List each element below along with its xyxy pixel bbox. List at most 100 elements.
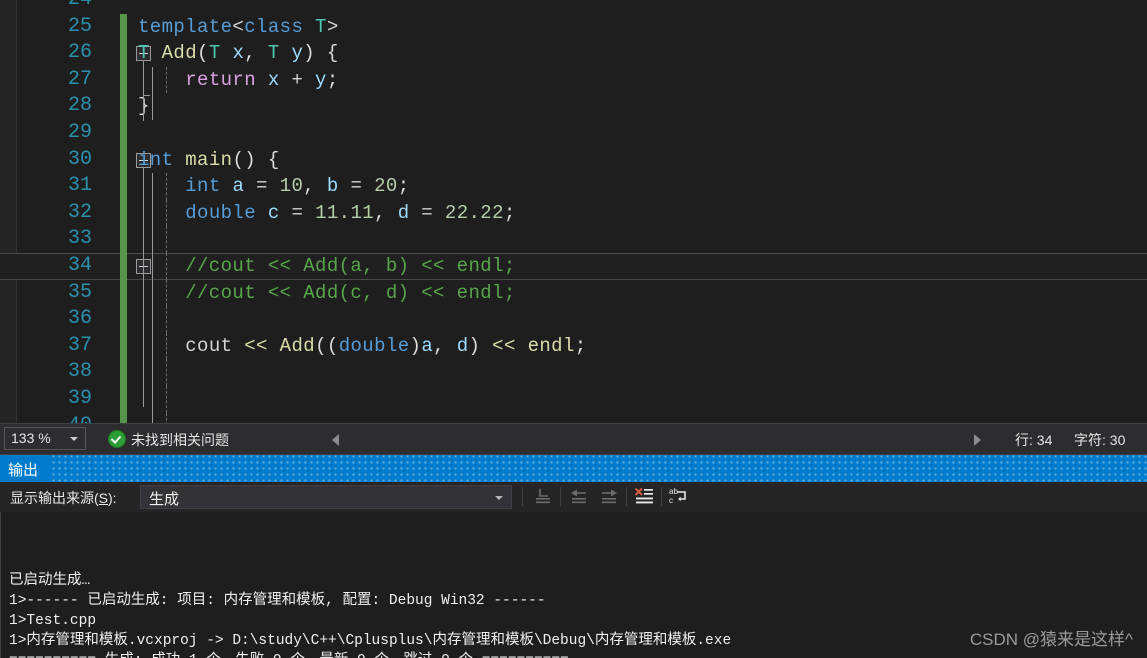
zoom-level-value: 133 % xyxy=(11,430,51,446)
code-line[interactable]: 34 //cout << Add(a, b) << endl; xyxy=(0,252,1147,280)
zoom-level-dropdown[interactable]: 133 % xyxy=(4,427,86,450)
change-indicator-bar xyxy=(120,306,127,333)
code-line[interactable]: 35 //cout << Add(c, d) << endl; xyxy=(0,279,1147,307)
toolbar-separator xyxy=(560,487,561,506)
change-indicator-bar xyxy=(120,412,127,423)
output-panel: 输出 显示输出来源(S): 生成 ab c 已启动生成… 1>------ 已启… xyxy=(0,455,1147,658)
code-line[interactable]: 36 xyxy=(0,306,1147,333)
scroll-right-arrow-icon[interactable] xyxy=(974,434,981,446)
fold-region-stem xyxy=(143,61,144,122)
toolbar-separator xyxy=(661,487,662,506)
code-line-text: cout << Add((double)a, d) << endl; xyxy=(185,334,587,357)
indent-guide xyxy=(166,412,167,423)
indent-guide xyxy=(152,385,153,413)
editor-status-bar: 133 % 未找到相关问题 行: 34 字符: 30 xyxy=(0,423,1147,455)
line-number: 33 xyxy=(67,227,92,251)
line-number: 27 xyxy=(67,67,92,91)
code-line[interactable]: 28} xyxy=(0,93,1147,120)
code-line[interactable]: 24 xyxy=(0,0,1147,14)
change-indicator-bar xyxy=(120,146,127,174)
code-line[interactable]: 40 xyxy=(0,412,1147,424)
change-indicator-bar xyxy=(120,13,127,41)
output-toolbar: 显示输出来源(S): 生成 ab c xyxy=(0,482,1147,512)
code-line-text: return x + y; xyxy=(185,68,339,91)
code-line[interactable]: 30 int main() { xyxy=(0,146,1147,174)
next-message-icon[interactable] xyxy=(597,485,622,509)
code-line-text: T Add(T x, T y) { xyxy=(138,42,339,65)
indent-guide xyxy=(152,359,153,386)
code-line-text: int a = 10, b = 20; xyxy=(185,175,410,198)
change-indicator-bar xyxy=(120,119,127,147)
code-line[interactable]: 31 int a = 10, b = 20; xyxy=(0,173,1147,200)
line-number: 30 xyxy=(67,147,92,171)
chevron-down-icon xyxy=(70,437,78,441)
indent-guide xyxy=(152,306,153,333)
line-number: 40 xyxy=(0,413,92,424)
change-indicator-bar xyxy=(120,173,127,200)
change-indicator-bar xyxy=(120,279,127,307)
code-line[interactable]: 26 T Add(T x, T y) { xyxy=(0,40,1147,67)
output-source-dropdown[interactable]: 生成 xyxy=(140,485,512,509)
toggle-word-wrap-icon[interactable]: ab c xyxy=(666,485,691,509)
output-source-label: 显示输出来源(S): xyxy=(10,488,117,508)
code-editor[interactable]: 2425 template<class T> 26 T Add(T x, T y) {… xyxy=(0,0,1147,423)
code-line[interactable]: 29 xyxy=(0,119,1147,147)
scroll-left-arrow-icon[interactable] xyxy=(332,434,339,446)
csdn-watermark: CSDN @猿来是这样^ xyxy=(969,630,1133,649)
code-line-text: double c = 11.11, d = 22.22; xyxy=(185,201,516,224)
code-line[interactable]: 25 template<class T> xyxy=(0,13,1147,41)
code-line[interactable]: 33 xyxy=(0,226,1147,253)
code-line-text: //cout << Add(c, d) << endl; xyxy=(138,281,516,304)
output-source-value: 生成 xyxy=(149,491,180,508)
change-indicator-bar xyxy=(120,359,127,386)
code-lines-container[interactable]: 2425 template<class T> 26 T Add(T x, T y) {… xyxy=(0,0,1147,423)
line-indicator: 行: 34 xyxy=(1015,432,1053,448)
svg-text:c: c xyxy=(669,496,673,505)
output-source-label-accesskey: S xyxy=(98,490,109,506)
output-text-content: 已启动生成… 1>------ 已启动生成: 项目: 内存管理和模板, 配置: … xyxy=(9,573,732,658)
chevron-down-icon xyxy=(495,496,503,500)
check-circle-icon xyxy=(108,430,126,448)
line-number: 37 xyxy=(67,333,92,357)
change-indicator-bar xyxy=(120,252,127,280)
previous-message-icon[interactable] xyxy=(566,485,591,509)
line-number: 29 xyxy=(67,120,92,144)
indent-guide xyxy=(152,93,153,120)
indent-guide xyxy=(166,359,167,386)
line-number: 38 xyxy=(67,360,92,384)
change-indicator-bar xyxy=(120,226,127,253)
code-line-text: //cout << Add(a, b) << endl; xyxy=(138,254,516,277)
line-number: 26 xyxy=(67,41,92,65)
code-line[interactable]: 38 xyxy=(0,359,1147,386)
line-number: 28 xyxy=(67,94,92,118)
code-line[interactable]: 32 double c = 11.11, d = 22.22; xyxy=(0,199,1147,227)
line-number: 32 xyxy=(67,200,92,224)
indent-guide xyxy=(166,226,167,253)
change-indicator-bar xyxy=(120,93,127,120)
line-number: 34 xyxy=(67,253,92,277)
code-line-text: int main() { xyxy=(138,148,280,171)
fold-region-stem xyxy=(143,167,144,407)
issue-status: 未找到相关问题 xyxy=(108,430,229,450)
code-line[interactable]: 27 return x + y; xyxy=(0,66,1147,94)
clear-all-icon[interactable] xyxy=(632,485,657,509)
panel-drag-grip[interactable] xyxy=(52,455,1147,482)
toolbar-separator xyxy=(626,487,627,506)
change-indicator-bar xyxy=(120,66,127,94)
change-indicator-bar xyxy=(120,40,127,67)
char-indicator: 字符: 30 xyxy=(1074,432,1126,448)
toolbar-separator xyxy=(522,487,523,506)
code-line[interactable]: 39 xyxy=(0,385,1147,413)
code-line[interactable]: 37 cout << Add((double)a, d) << endl; xyxy=(0,332,1147,360)
line-number: 39 xyxy=(67,386,92,410)
output-panel-header[interactable]: 输出 xyxy=(0,455,1147,482)
indent-guide xyxy=(152,412,153,423)
indent-guide xyxy=(166,385,167,413)
line-number: 31 xyxy=(67,174,92,198)
line-number: 24 xyxy=(0,0,92,14)
issue-status-label: 未找到相关问题 xyxy=(131,432,229,448)
go-to-message-icon[interactable] xyxy=(532,485,557,509)
change-indicator-bar xyxy=(120,332,127,360)
indent-guide xyxy=(166,306,167,333)
output-source-label-suffix: ): xyxy=(108,490,117,506)
